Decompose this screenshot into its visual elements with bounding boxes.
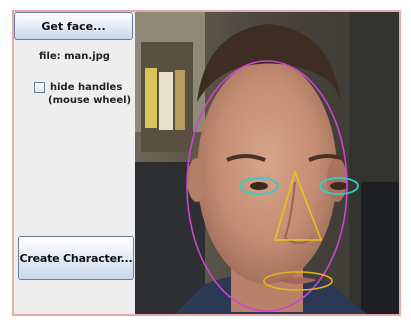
left-ear [187,158,207,202]
dark-chair [361,182,399,314]
file-name-label: file: man.jpg [39,51,110,62]
face-photo-canvas[interactable] [135,12,399,314]
hide-handles-label: hide handles [50,82,123,93]
hide-handles-checkbox[interactable] [34,82,45,93]
create-character-button[interactable]: Create Character... [18,236,134,280]
face-photo [135,12,399,314]
left-eye-photo [250,182,268,190]
head [197,60,337,284]
right-ear [327,158,347,202]
book [159,72,173,130]
app-window: Get face... file: man.jpg hide handles (… [12,10,401,316]
book [145,68,157,128]
right-eye-photo [330,182,348,190]
control-panel: Get face... file: man.jpg hide handles (… [14,12,135,314]
mouse-wheel-hint: (mouse wheel) [48,95,132,106]
book [175,70,185,130]
get-face-button[interactable]: Get face... [14,12,133,40]
